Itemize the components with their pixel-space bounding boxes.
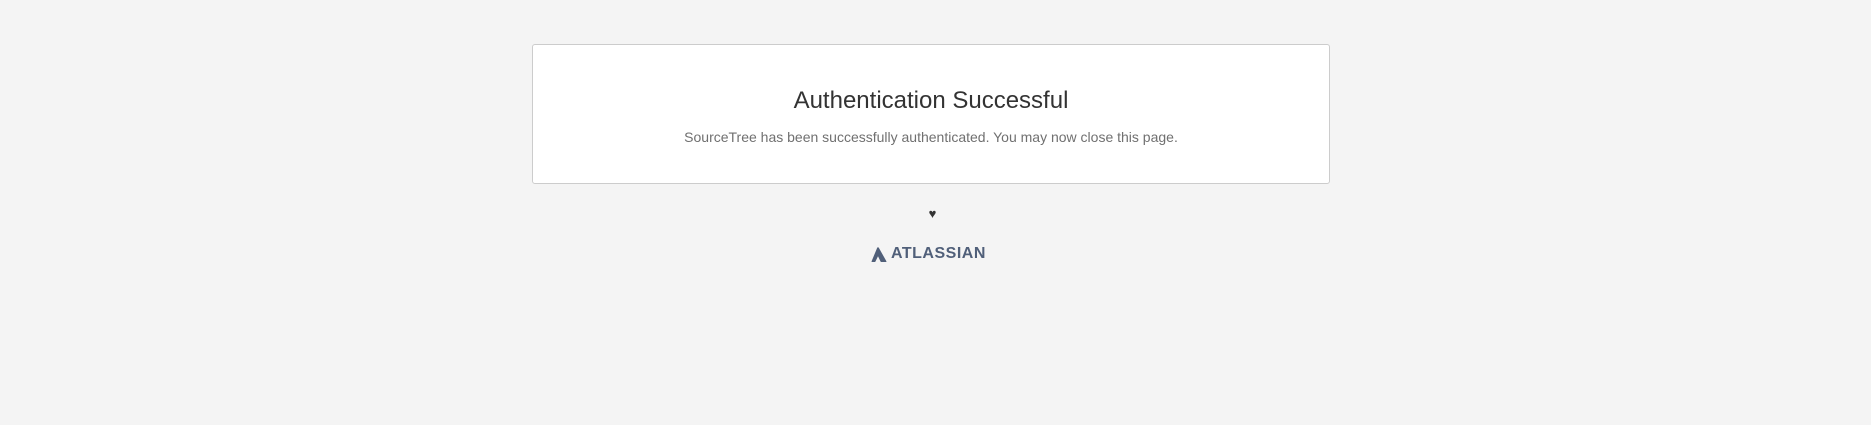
auth-page: { "card": { "title": "Authentication Suc… — [0, 0, 1871, 425]
atlassian-logo-icon — [871, 246, 887, 262]
atlassian-logo-link[interactable]: ATLASSIAN — [871, 244, 986, 264]
success-message: SourceTree has been successfully authent… — [684, 129, 1178, 145]
atlassian-wordmark: ATLASSIAN — [891, 245, 986, 262]
heart-icon: ♥ — [928, 206, 937, 221]
auth-success-card: Authentication Successful SourceTree has… — [532, 44, 1330, 184]
page-title: Authentication Successful — [793, 87, 1069, 114]
